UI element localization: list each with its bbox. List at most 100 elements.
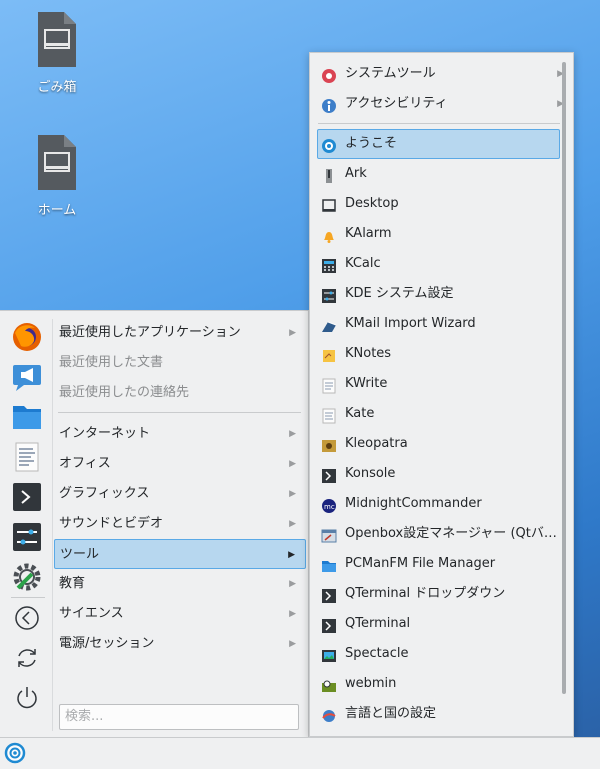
submenu-item-label: KAlarm — [345, 226, 392, 241]
category-label: インターネット — [59, 426, 151, 441]
application-launcher-icon[interactable] — [4, 742, 26, 764]
submenu-item-qterminal-dropdown[interactable]: QTerminal ドロップダウン — [317, 579, 560, 609]
announcement-icon[interactable] — [7, 357, 47, 397]
chevron-right-icon: ▶ — [289, 328, 296, 338]
submenu-item-label: KCalc — [345, 256, 381, 271]
terminal-icon — [321, 466, 337, 483]
terminal-icon — [321, 616, 337, 633]
submenu-item-label: KWrite — [345, 376, 388, 391]
calculator-icon — [321, 256, 337, 273]
kleopatra-icon — [321, 436, 337, 452]
language-settings-icon — [321, 706, 337, 722]
favorites-column — [7, 317, 49, 718]
screenshot-icon — [321, 646, 337, 662]
submenu-item-label: システムツール — [345, 66, 436, 81]
chevron-right-icon: ▶ — [289, 609, 296, 619]
submenu-item-ark[interactable]: Ark — [317, 159, 560, 189]
submenu-item-kleopatra[interactable]: Kleopatra — [317, 429, 560, 459]
submenu-item-kwrite[interactable]: KWrite — [317, 369, 560, 399]
submenu-item-label: アクセシビリティ — [345, 96, 448, 111]
midnight-commander-icon: mc — [321, 496, 337, 513]
kate-icon — [321, 406, 337, 424]
submenu-item-konsole[interactable]: Konsole — [317, 459, 560, 489]
submenu-item-kcalc[interactable]: KCalc — [317, 249, 560, 279]
bell-icon — [321, 226, 337, 243]
folder-icon[interactable] — [7, 397, 47, 437]
chevron-right-icon: ▶ — [289, 429, 296, 439]
submenu-separator — [318, 123, 560, 124]
category-education[interactable]: 教育 ▶ — [54, 569, 306, 599]
submenu-scrollbar[interactable] — [562, 62, 566, 694]
submenu-item-pcmanfm[interactable]: PCManFM File Manager — [317, 549, 560, 579]
submenu-item-system-tools[interactable]: システムツール ▶ — [317, 59, 564, 89]
webmin-icon — [321, 676, 337, 692]
submenu-item-kmail-import[interactable]: KMail Import Wizard — [317, 309, 560, 339]
submenu-item-label: Konsole — [345, 466, 396, 481]
submenu-item-label: QTerminal ドロップダウン — [345, 586, 506, 601]
category-science[interactable]: サイエンス ▶ — [54, 599, 306, 629]
category-label: オフィス — [59, 456, 111, 471]
submenu-item-accessibility[interactable]: アクセシビリティ ▶ — [317, 89, 564, 119]
desktop-icon-home[interactable]: ホーム — [17, 135, 97, 218]
submenu-item-label: KMail Import Wizard — [345, 316, 476, 331]
settings-sliders-icon[interactable] — [7, 517, 47, 557]
tools-submenu: システムツール ▶ アクセシビリティ ▶ ようこそ Ark Desktop KA… — [309, 52, 574, 737]
submenu-item-label: Kate — [345, 406, 375, 421]
category-internet[interactable]: インターネット ▶ — [54, 419, 306, 449]
chevron-right-icon: ▶ — [289, 519, 296, 529]
submenu-item-label: KDE システム設定 — [345, 286, 454, 301]
category-label: ツール — [60, 547, 100, 562]
notes-icon — [321, 346, 337, 362]
wrench-gear-icon[interactable] — [7, 557, 47, 597]
kwrite-icon — [321, 376, 337, 394]
submenu-item-kde-settings[interactable]: KDE システム設定 — [317, 279, 560, 309]
terminal-icon[interactable] — [7, 477, 47, 517]
submenu-item-spectacle[interactable]: Spectacle — [317, 639, 560, 669]
home-folder-icon — [35, 135, 79, 193]
category-recent-documents[interactable]: 最近使用した文書 — [54, 348, 306, 378]
category-label: サウンドとビデオ — [59, 516, 164, 531]
submenu-item-openbox-config[interactable]: Openbox設定マネージャー (Qtバ… — [317, 519, 560, 549]
kmail-import-icon — [321, 316, 337, 332]
category-recent-contacts[interactable]: 最近使用したの連絡先 — [54, 378, 306, 408]
category-power-session[interactable]: 電源/セッション ▶ — [54, 629, 306, 659]
submenu-item-desktop[interactable]: Desktop — [317, 189, 560, 219]
search-input[interactable]: 検索... — [59, 704, 299, 730]
category-label: 最近使用した文書 — [59, 355, 164, 370]
power-icon[interactable] — [7, 678, 47, 718]
category-label: 教育 — [59, 576, 86, 591]
category-separator — [58, 412, 301, 413]
text-editor-icon[interactable] — [7, 437, 47, 477]
desktop-icon-trash[interactable]: ごみ箱 — [17, 12, 97, 95]
submenu-item-qterminal[interactable]: QTerminal — [317, 609, 560, 639]
submenu-item-label: ようこそ — [345, 136, 398, 151]
submenu-item-label: webmin — [345, 676, 397, 691]
category-tools[interactable]: ツール ▶ — [54, 539, 306, 569]
submenu-item-label: Kleopatra — [345, 436, 408, 451]
firefox-icon[interactable] — [7, 317, 47, 357]
taskbar-panel — [0, 737, 600, 769]
category-sound-video[interactable]: サウンドとビデオ ▶ — [54, 509, 306, 539]
submenu-item-label: QTerminal — [345, 616, 411, 631]
submenu-item-midnight-commander[interactable]: mc MidnightCommander — [317, 489, 560, 519]
back-icon[interactable] — [7, 598, 47, 638]
submenu-item-label: MidnightCommander — [345, 496, 482, 511]
submenu-item-kate[interactable]: Kate — [317, 399, 560, 429]
category-office[interactable]: オフィス ▶ — [54, 449, 306, 479]
refresh-icon[interactable] — [7, 638, 47, 678]
submenu-item-label: KNotes — [345, 346, 392, 361]
category-label: 最近使用したアプリケーション — [59, 325, 241, 340]
trash-icon — [35, 12, 79, 70]
submenu-item-knotes[interactable]: KNotes — [317, 339, 560, 369]
chevron-right-icon: ▶ — [288, 550, 295, 560]
category-graphics[interactable]: グラフィックス ▶ — [54, 479, 306, 509]
category-label: 電源/セッション — [59, 636, 155, 651]
submenu-item-kalarm[interactable]: KAlarm — [317, 219, 560, 249]
submenu-item-welcome[interactable]: ようこそ — [317, 129, 560, 159]
submenu-item-webmin[interactable]: webmin — [317, 669, 560, 699]
submenu-item-label: Ark — [345, 166, 367, 181]
terminal-icon — [321, 586, 337, 603]
system-tools-icon — [321, 66, 337, 83]
submenu-item-language-settings[interactable]: 言語と国の設定 — [317, 699, 560, 729]
category-recent-applications[interactable]: 最近使用したアプリケーション ▶ — [54, 318, 306, 348]
